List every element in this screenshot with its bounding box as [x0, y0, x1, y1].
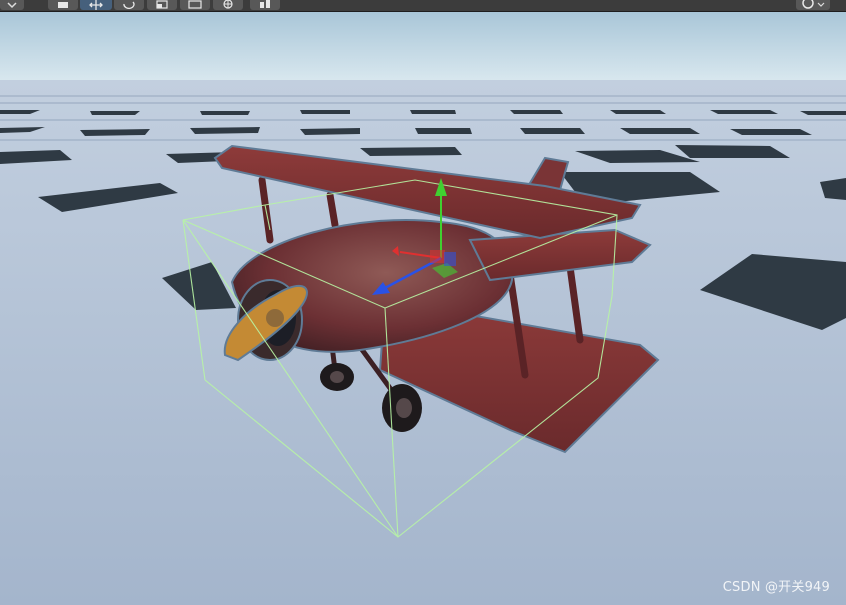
- scene-render: [0, 12, 846, 605]
- rect-transform-icon: [188, 0, 202, 9]
- watermark: CSDN @开关949: [722, 580, 830, 595]
- rect-tool-button[interactable]: [180, 0, 210, 10]
- custom-editor-tool-icon: [260, 0, 270, 8]
- sky: [0, 12, 846, 82]
- transform-combined-icon: [223, 0, 233, 9]
- transform-tool-button[interactable]: [213, 0, 243, 10]
- scene-toolbar: [0, 0, 846, 12]
- toolbar-menu-button[interactable]: [0, 0, 24, 10]
- scene-viewport[interactable]: CSDN @开关949: [0, 12, 846, 605]
- hand-tool-button[interactable]: [48, 0, 78, 10]
- hand-icon: [58, 2, 68, 8]
- yz-plane-handle: [444, 252, 456, 266]
- move-arrows-icon: [89, 0, 103, 10]
- custom-tool-button[interactable]: [250, 0, 280, 10]
- gizmos-toggle-button[interactable]: [796, 0, 830, 10]
- rotate-tool-button[interactable]: [114, 0, 144, 10]
- move-tool-button[interactable]: [80, 0, 112, 10]
- scale-tool-button[interactable]: [147, 0, 177, 10]
- rotate-icon: [123, 1, 135, 10]
- scale-icon: [156, 0, 168, 9]
- xy-plane-handle: [430, 250, 445, 263]
- gizmo-toggle-icon: [802, 0, 825, 9]
